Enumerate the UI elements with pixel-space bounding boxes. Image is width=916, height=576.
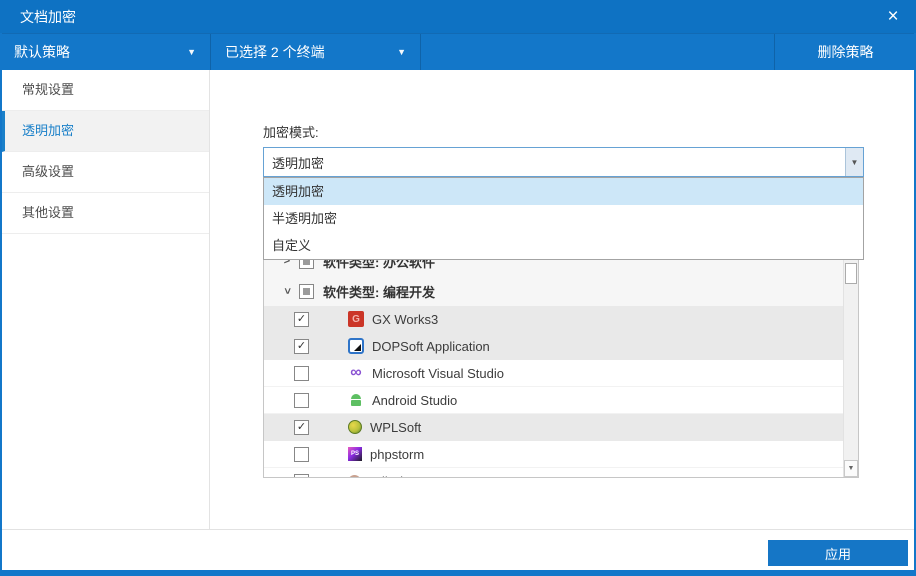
- scroll-down-icon[interactable]: ▼: [844, 460, 858, 477]
- tristate-checkbox[interactable]: [299, 284, 314, 299]
- list-item[interactable]: ✓ DOPSoft Application: [264, 333, 843, 360]
- app-label: phpstorm: [370, 447, 424, 462]
- app-label: DOPSoft Application: [372, 339, 490, 354]
- app-label: Microsoft Visual Studio: [372, 366, 504, 381]
- footer-divider: [2, 529, 914, 530]
- gx-works3-icon: G: [348, 311, 364, 327]
- list-item[interactable]: Android Studio: [264, 387, 843, 414]
- titlebar: 文档加密 ×: [0, 0, 916, 33]
- app-label: WPLSoft: [370, 420, 421, 435]
- app-checkbox[interactable]: ✓: [294, 312, 309, 327]
- dopsoft-icon: [348, 338, 364, 354]
- android-studio-icon: [348, 392, 364, 408]
- encryption-mode-select[interactable]: 透明加密 ▼: [263, 147, 864, 177]
- list-item[interactable]: PS phpstorm: [264, 441, 843, 468]
- page-title: 文档加密: [20, 7, 76, 27]
- chevron-expanded-icon[interactable]: >: [281, 284, 293, 298]
- delete-policy-button[interactable]: 删除策略: [775, 34, 916, 70]
- scrollbar[interactable]: ▲ ▼: [843, 246, 858, 477]
- terminal-dropdown[interactable]: 已选择 2 个终端 ▼: [211, 34, 421, 70]
- tristate-fill: [303, 288, 310, 295]
- list-item[interactable]: ✓ G GX Works3: [264, 306, 843, 333]
- wplsoft-icon: [348, 420, 362, 434]
- window-left-border: [0, 33, 2, 576]
- list-item[interactable]: ✓ WPLSoft: [264, 414, 843, 441]
- select-arrow-button[interactable]: ▼: [845, 148, 863, 176]
- dropdown-option-0[interactable]: 透明加密: [264, 178, 863, 205]
- close-icon[interactable]: ×: [880, 4, 906, 29]
- sidebar-item-0[interactable]: 常规设置: [2, 70, 209, 111]
- app-checkbox[interactable]: [294, 393, 309, 408]
- terminal-dropdown-label: 已选择 2 个终端: [225, 42, 325, 62]
- delete-policy-label: 删除策略: [818, 42, 874, 62]
- software-list-rows: >软件类型: 办公软件>软件类型: 编程开发✓GGX Works3✓DOPSof…: [264, 246, 843, 477]
- sidebar-item-3[interactable]: 其他设置: [2, 193, 209, 234]
- sidebar-item-2[interactable]: 高级设置: [2, 152, 209, 193]
- app-checkbox[interactable]: [294, 366, 309, 381]
- policy-dropdown-label: 默认策略: [14, 42, 70, 62]
- encryption-mode-label: 加密模式:: [263, 122, 319, 141]
- chevron-down-icon: ▼: [397, 47, 406, 57]
- editplus-icon: [348, 475, 361, 478]
- policy-dropdown[interactable]: 默认策略 ▼: [0, 34, 211, 70]
- dropdown-option-1[interactable]: 半透明加密: [264, 205, 863, 232]
- visual-studio-icon: ∞: [348, 365, 364, 381]
- software-list: >软件类型: 办公软件>软件类型: 编程开发✓GGX Works3✓DOPSof…: [263, 245, 859, 478]
- toolbar: 默认策略 ▼ 已选择 2 个终端 ▼ 删除策略: [0, 33, 916, 70]
- settings-sidebar: 常规设置透明加密高级设置其他设置: [2, 70, 210, 529]
- chevron-down-icon: ▼: [851, 158, 859, 167]
- document-encryption-dialog: 文档加密 × 默认策略 ▼ 已选择 2 个终端 ▼ 删除策略 常规设置透明加密高…: [0, 0, 916, 576]
- list-item[interactable]: ∞ Microsoft Visual Studio: [264, 360, 843, 387]
- group-row[interactable]: > 软件类型: 编程开发: [264, 276, 843, 306]
- app-checkbox[interactable]: ✓: [294, 420, 309, 435]
- apply-button[interactable]: 应用: [768, 540, 908, 566]
- app-label: Android Studio: [372, 393, 457, 408]
- encryption-mode-dropdown: 透明加密半透明加密自定义: [263, 177, 864, 260]
- group-label: 软件类型: 编程开发: [323, 282, 435, 301]
- dropdown-option-2[interactable]: 自定义: [264, 232, 863, 259]
- app-label: EditPlus: [369, 474, 417, 478]
- scrollbar-thumb[interactable]: [845, 263, 857, 284]
- app-label: GX Works3: [372, 312, 438, 327]
- encryption-mode-value: 透明加密: [264, 153, 845, 172]
- sidebar-item-1[interactable]: 透明加密: [2, 111, 209, 152]
- list-item[interactable]: EditPlus: [264, 468, 843, 477]
- app-checkbox[interactable]: ✓: [294, 339, 309, 354]
- toolbar-spacer: [421, 34, 775, 70]
- chevron-down-icon: ▼: [187, 47, 196, 57]
- window-bottom-border: [0, 570, 916, 576]
- phpstorm-icon: PS: [348, 447, 362, 461]
- app-checkbox[interactable]: [294, 447, 309, 462]
- app-checkbox[interactable]: [294, 474, 309, 478]
